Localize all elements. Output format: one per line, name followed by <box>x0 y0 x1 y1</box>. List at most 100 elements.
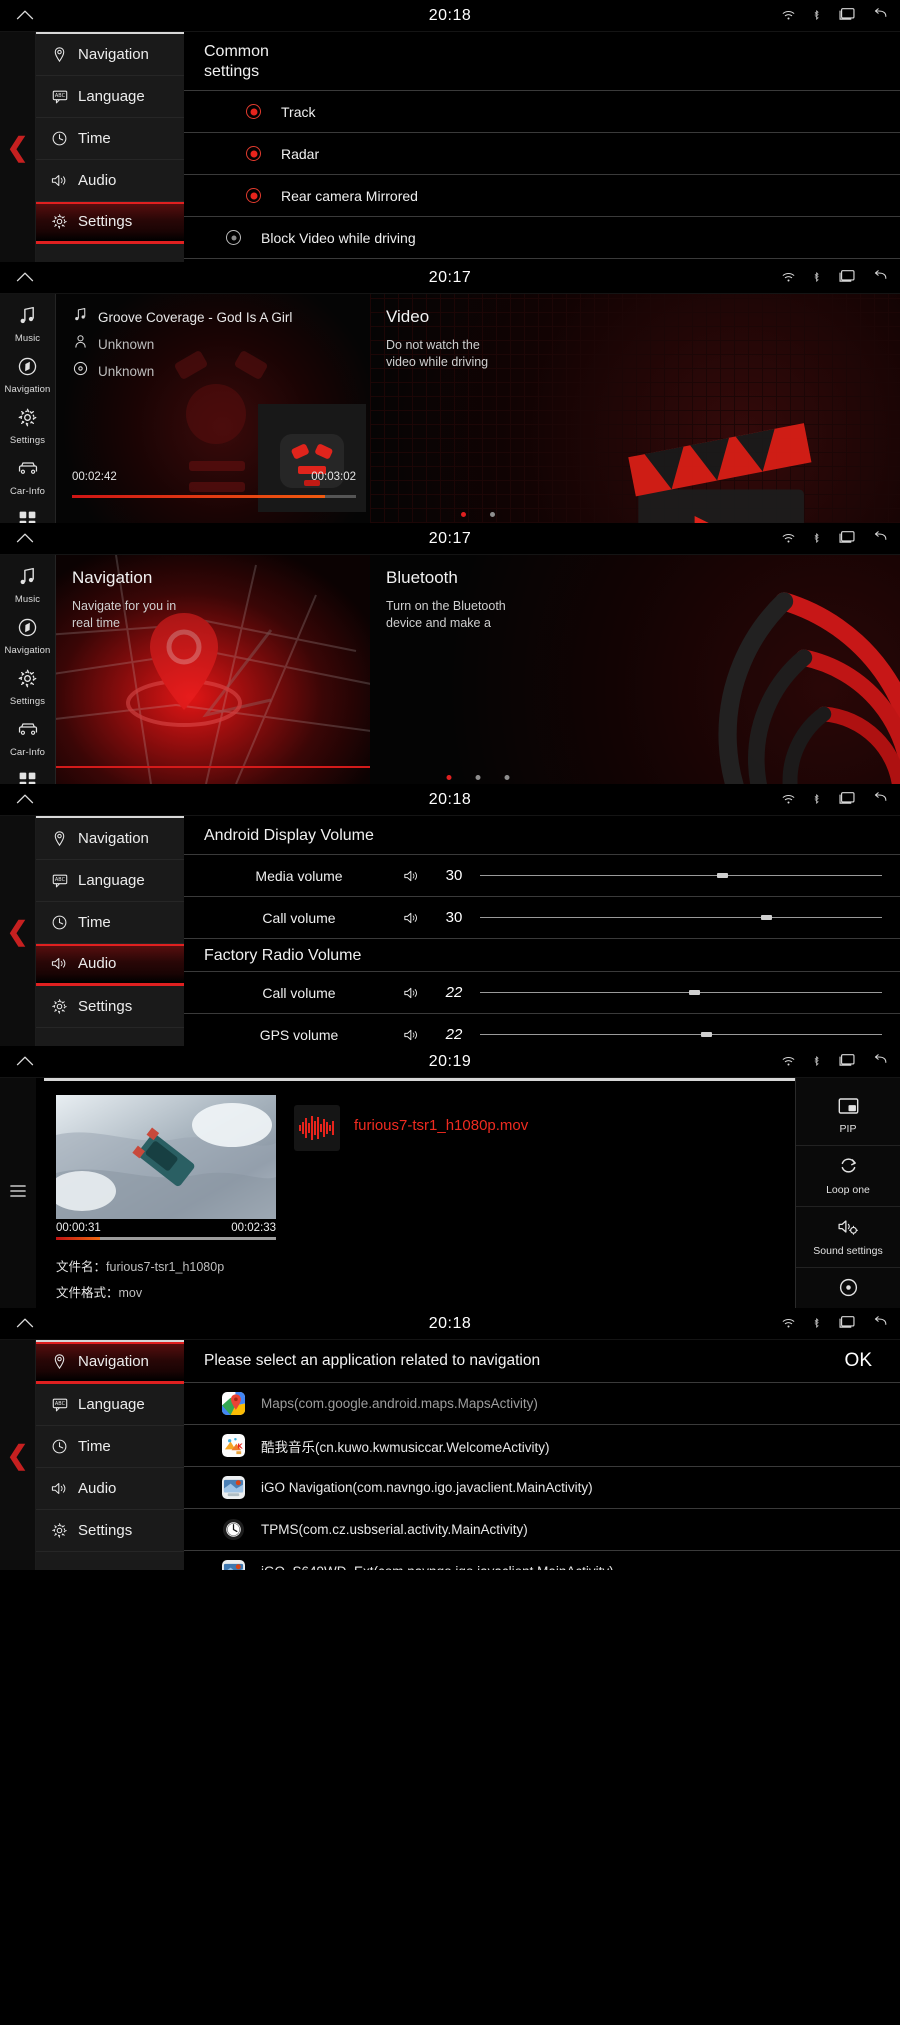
back-icon[interactable] <box>871 1053 890 1069</box>
option-row-radar[interactable]: Radar <box>184 132 900 174</box>
video-thumbnail-frame <box>56 1095 276 1219</box>
nav-item-settings[interactable]: Settings <box>0 402 56 453</box>
radio-icon[interactable] <box>246 104 261 119</box>
back-icon[interactable] <box>871 791 890 807</box>
nav-item-navigation[interactable]: Navigation <box>0 612 56 663</box>
app-row-maps[interactable]: Maps(com.google.android.maps.MapsActivit… <box>184 1382 900 1424</box>
app-row-igo-navigation[interactable]: iGO Navigation(com.navngo.igo.javaclient… <box>184 1466 900 1508</box>
back-rail[interactable]: ❮ <box>0 1340 36 1570</box>
recents-icon[interactable] <box>836 1052 858 1069</box>
wifi-icon[interactable] <box>780 1053 797 1069</box>
side-item-pip[interactable]: PIP <box>796 1088 900 1146</box>
status-time: 20:18 <box>428 790 472 808</box>
page-dot[interactable] <box>446 775 452 780</box>
bluetooth-icon[interactable] <box>810 791 823 807</box>
page-dots[interactable] <box>461 512 495 517</box>
bluetooth-icon[interactable] <box>810 7 823 23</box>
volume-slider[interactable] <box>480 866 882 886</box>
back-icon[interactable] <box>871 530 890 546</box>
sidebar-item-time[interactable]: Time <box>36 1426 184 1468</box>
bluetooth-icon[interactable] <box>810 1315 823 1331</box>
volume-row-gps[interactable]: GPS volume 22 <box>184 1013 900 1046</box>
music-progress-bar[interactable] <box>72 495 356 498</box>
card-navigation[interactable]: Navigation Navigate for you in real time <box>56 555 370 784</box>
sidebar-item-settings[interactable]: Settings <box>36 986 184 1028</box>
radio-icon[interactable] <box>226 230 241 245</box>
nav-item-apps[interactable]: Apps <box>0 765 56 784</box>
sidebar-item-language[interactable]: Language <box>36 860 184 902</box>
sidebar-item-language[interactable]: Language <box>36 1384 184 1426</box>
back-rail[interactable]: ❮ <box>0 816 36 1046</box>
volume-slider[interactable] <box>480 983 882 1003</box>
sidebar-item-settings[interactable]: Settings <box>36 1510 184 1552</box>
recents-icon[interactable] <box>836 6 858 23</box>
card-bluetooth[interactable]: Bluetooth Turn on the Bluetooth device a… <box>370 555 900 784</box>
option-row-rear-camera-mirrored[interactable]: Rear camera Mirrored <box>184 174 900 216</box>
sidebar-item-language[interactable]: Language <box>36 76 184 118</box>
nav-item-settings[interactable]: Settings <box>0 663 56 714</box>
sidebar-item-audio[interactable]: Audio <box>36 160 184 202</box>
disc-icon <box>72 360 89 382</box>
app-row-kuwo-music[interactable]: K 酷我音乐(cn.kuwo.kwmusiccar.WelcomeActivit… <box>184 1424 900 1466</box>
page-dot[interactable] <box>461 512 466 517</box>
option-label: Radar <box>281 145 320 162</box>
sidebar-item-navigation[interactable]: Navigation <box>36 818 184 860</box>
bluetooth-icon[interactable] <box>810 530 823 546</box>
nav-item-navigation[interactable]: Navigation <box>0 351 56 402</box>
option-row-track[interactable]: Track <box>184 90 900 132</box>
radio-icon[interactable] <box>246 146 261 161</box>
app-row-tpms[interactable]: TPMS(com.cz.usbserial.activity.MainActiv… <box>184 1508 900 1550</box>
page-dot[interactable] <box>504 775 510 780</box>
recents-icon[interactable] <box>836 1314 858 1331</box>
list-toggle-button[interactable] <box>0 1078 36 1308</box>
side-item-current-songs[interactable]: Current songs <box>796 1268 900 1308</box>
wifi-icon[interactable] <box>780 269 797 285</box>
nav-item-music[interactable]: Music <box>0 561 56 612</box>
volume-row-call-android[interactable]: Call volume 30 <box>184 896 900 938</box>
sidebar-item-navigation[interactable]: Navigation <box>36 1342 184 1384</box>
volume-slider[interactable] <box>480 908 882 928</box>
wifi-icon[interactable] <box>780 530 797 546</box>
nav-item-car-info[interactable]: Car-Info <box>0 714 56 765</box>
side-item-label: Loop one <box>826 1184 870 1196</box>
card-music[interactable]: Groove Coverage - God Is A Girl Unknown … <box>56 294 370 523</box>
radio-icon[interactable] <box>246 188 261 203</box>
status-bar: 20:18 <box>0 1308 900 1340</box>
nav-item-music[interactable]: Music <box>0 300 56 351</box>
option-row-block-video[interactable]: Block Video while driving <box>184 216 900 258</box>
back-icon[interactable] <box>871 1315 890 1331</box>
page-dots[interactable] <box>446 775 510 780</box>
nav-item-apps[interactable]: Apps <box>0 504 56 523</box>
bluetooth-icon[interactable] <box>810 1053 823 1069</box>
recents-icon[interactable] <box>836 268 858 285</box>
wifi-icon[interactable] <box>780 7 797 23</box>
volume-row-call-factory[interactable]: Call volume 22 <box>184 971 900 1013</box>
ok-button[interactable]: OK <box>845 1350 886 1372</box>
recents-icon[interactable] <box>836 790 858 807</box>
back-rail[interactable]: ❮ <box>0 32 36 262</box>
back-icon[interactable] <box>871 269 890 285</box>
sidebar-item-settings[interactable]: Settings <box>36 202 184 244</box>
sidebar-item-navigation[interactable]: Navigation <box>36 34 184 76</box>
page-dot[interactable] <box>490 512 495 517</box>
recents-icon[interactable] <box>836 529 858 546</box>
bluetooth-icon[interactable] <box>810 269 823 285</box>
app-row-igo-s649wd-ext[interactable]: iGO_S649WD_Ext(com.navngo.igo.javaclient… <box>184 1550 900 1570</box>
video-thumbnail[interactable] <box>56 1095 276 1219</box>
card-video[interactable]: Video Do not watch the video while drivi… <box>370 294 900 523</box>
sidebar-item-time[interactable]: Time <box>36 118 184 160</box>
sidebar-item-audio[interactable]: Audio <box>36 1468 184 1510</box>
music-elapsed: 00:02:42 <box>72 471 117 483</box>
back-icon[interactable] <box>871 7 890 23</box>
volume-slider[interactable] <box>480 1025 882 1045</box>
nav-item-car-info[interactable]: Car-Info <box>0 453 56 504</box>
sidebar-item-time[interactable]: Time <box>36 902 184 944</box>
side-item-loop-one[interactable]: Loop one <box>796 1146 900 1207</box>
sidebar-item-audio[interactable]: Audio <box>36 944 184 986</box>
page-dot[interactable] <box>475 775 481 780</box>
settings-menu: Navigation Language Time Audio Settings <box>36 32 184 262</box>
wifi-icon[interactable] <box>780 1315 797 1331</box>
side-item-sound-settings[interactable]: Sound settings <box>796 1207 900 1268</box>
volume-row-media[interactable]: Media volume 30 <box>184 854 900 896</box>
wifi-icon[interactable] <box>780 791 797 807</box>
